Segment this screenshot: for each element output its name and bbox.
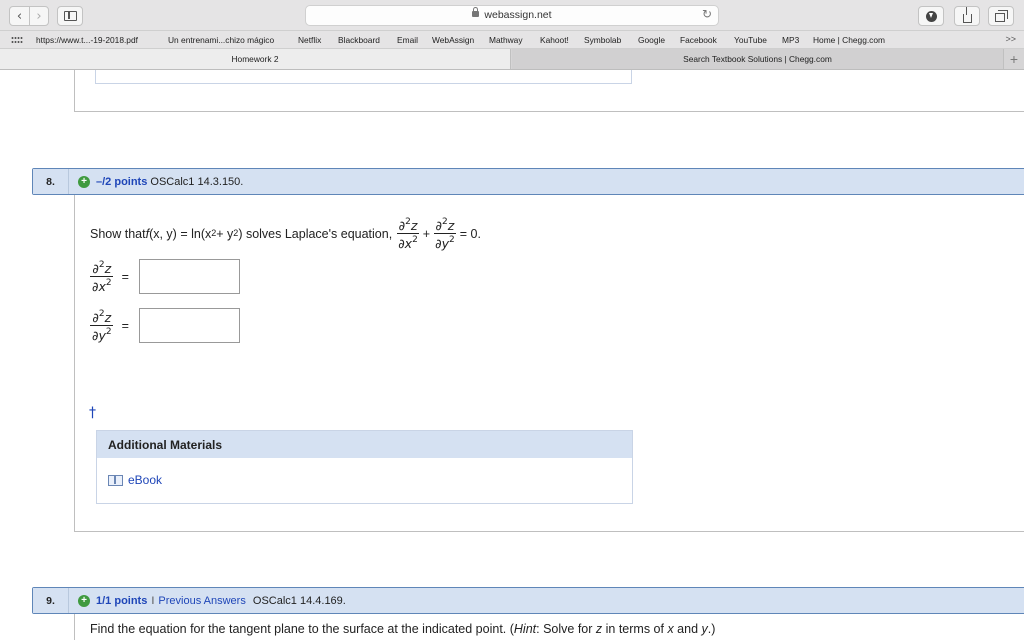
- laplace-term-y: ∂2z ∂y2: [433, 217, 457, 252]
- answer-label-dx2: ∂2z ∂x2: [90, 260, 114, 295]
- laplace-term-x: ∂2z ∂x2: [396, 217, 420, 252]
- points-link[interactable]: 1/1 points: [96, 595, 147, 607]
- bookmark-item[interactable]: Email: [397, 35, 418, 45]
- question-statement: Show that f (x, y) = ln(x 2 + y 2) solves L…: [90, 217, 481, 252]
- tab-label: Search Textbook Solutions | Chegg.com: [683, 54, 832, 64]
- bookmark-item[interactable]: Kahoot!: [540, 35, 569, 45]
- question-source: OSCalc1 14.4.169.: [252, 595, 346, 607]
- sidebar-icon: [64, 11, 77, 21]
- download-icon: [925, 10, 937, 22]
- bookmarks-more-icon[interactable]: >>: [1005, 34, 1016, 44]
- question-9-body: Find the equation for the tangent plane …: [74, 614, 1024, 640]
- page-content: 8. + –/2 points OSCalc1 14.3.150. Show t…: [0, 70, 1024, 640]
- bookmark-item[interactable]: Symbolab: [584, 35, 621, 45]
- previous-materials-box: [95, 70, 632, 84]
- address-url: webassign.net: [306, 7, 718, 21]
- tabs-icon: [995, 9, 1008, 22]
- materials-title: Additional Materials: [97, 431, 632, 458]
- answer-input-dy2[interactable]: [138, 308, 240, 344]
- share-icon: [962, 6, 972, 23]
- question-number: 8.: [33, 169, 69, 194]
- answer-row-dy2: ∂2z ∂y2 =: [90, 308, 240, 344]
- lock-icon: [472, 7, 480, 17]
- answer-row-dx2: ∂2z ∂x2 =: [90, 259, 240, 295]
- downloads-button[interactable]: [918, 6, 944, 26]
- question-number: 9.: [33, 588, 69, 613]
- points-link[interactable]: –/2 points: [96, 176, 147, 188]
- additional-materials-box: Additional Materials eBook: [96, 430, 633, 504]
- bookmarks-bar: https://www.t...-19-2018.pdf Un entrenam…: [0, 31, 1024, 49]
- forward-icon[interactable]: ›: [28, 7, 48, 25]
- browser-toolbar: ‹ › webassign.net ↻: [0, 0, 1024, 31]
- bookmark-item[interactable]: MP3: [782, 35, 799, 45]
- bookmark-item[interactable]: Home | Chegg.com: [813, 35, 885, 45]
- address-bar[interactable]: webassign.net ↻: [305, 5, 719, 26]
- bookmark-item[interactable]: Facebook: [680, 35, 717, 45]
- dagger-link[interactable]: †: [89, 405, 96, 421]
- question-statement: Find the equation for the tangent plane …: [90, 622, 716, 636]
- tab-homework[interactable]: Homework 2: [0, 49, 511, 69]
- expand-plus-icon[interactable]: +: [78, 595, 90, 607]
- question-8-header: 8. + –/2 points OSCalc1 14.3.150.: [32, 168, 1024, 195]
- answer-input-dx2[interactable]: [138, 259, 240, 295]
- book-icon: [108, 474, 123, 486]
- bookmark-item[interactable]: Un entrenami...chizo mágico: [168, 35, 274, 45]
- question-8-body: Show that f (x, y) = ln(x 2 + y 2) solves L…: [74, 195, 1024, 532]
- question-meta: –/2 points OSCalc1 14.3.150.: [96, 176, 243, 188]
- question-meta: 1/1 points I Previous Answers OSCalc1 14.4…: [96, 595, 346, 607]
- bookmark-item[interactable]: YouTube: [734, 35, 767, 45]
- bookmark-item[interactable]: Mathway: [489, 35, 523, 45]
- bookmark-item[interactable]: Google: [638, 35, 665, 45]
- bookmark-item[interactable]: WebAssign: [432, 35, 474, 45]
- ebook-link[interactable]: eBook: [108, 473, 162, 487]
- question-9-header: 9. + 1/1 points I Previous Answers OSCalc1…: [32, 587, 1024, 614]
- nav-buttons: ‹ ›: [9, 6, 49, 26]
- bookmark-item[interactable]: Netflix: [298, 35, 321, 45]
- tab-chegg[interactable]: Search Textbook Solutions | Chegg.com: [512, 49, 1003, 69]
- share-button[interactable]: [954, 6, 980, 26]
- question-source: OSCalc1 14.3.150.: [150, 176, 244, 188]
- reload-icon[interactable]: ↻: [702, 7, 712, 21]
- tab-label: Homework 2: [231, 54, 279, 64]
- tabs-overview-button[interactable]: [988, 6, 1014, 26]
- sidebar-toggle-button[interactable]: [57, 6, 83, 26]
- tab-bar: Homework 2 Search Textbook Solutions | C…: [0, 49, 1024, 70]
- expand-plus-icon[interactable]: +: [78, 176, 90, 188]
- bookmark-item[interactable]: Blackboard: [338, 35, 380, 45]
- back-icon[interactable]: ‹: [10, 7, 29, 25]
- new-tab-button[interactable]: +: [1003, 49, 1024, 69]
- bookmark-item[interactable]: https://www.t...-19-2018.pdf: [36, 35, 138, 45]
- answer-label-dy2: ∂2z ∂y2: [90, 309, 114, 344]
- grid-icon[interactable]: [11, 36, 23, 44]
- previous-answers-link[interactable]: Previous Answers: [158, 595, 245, 607]
